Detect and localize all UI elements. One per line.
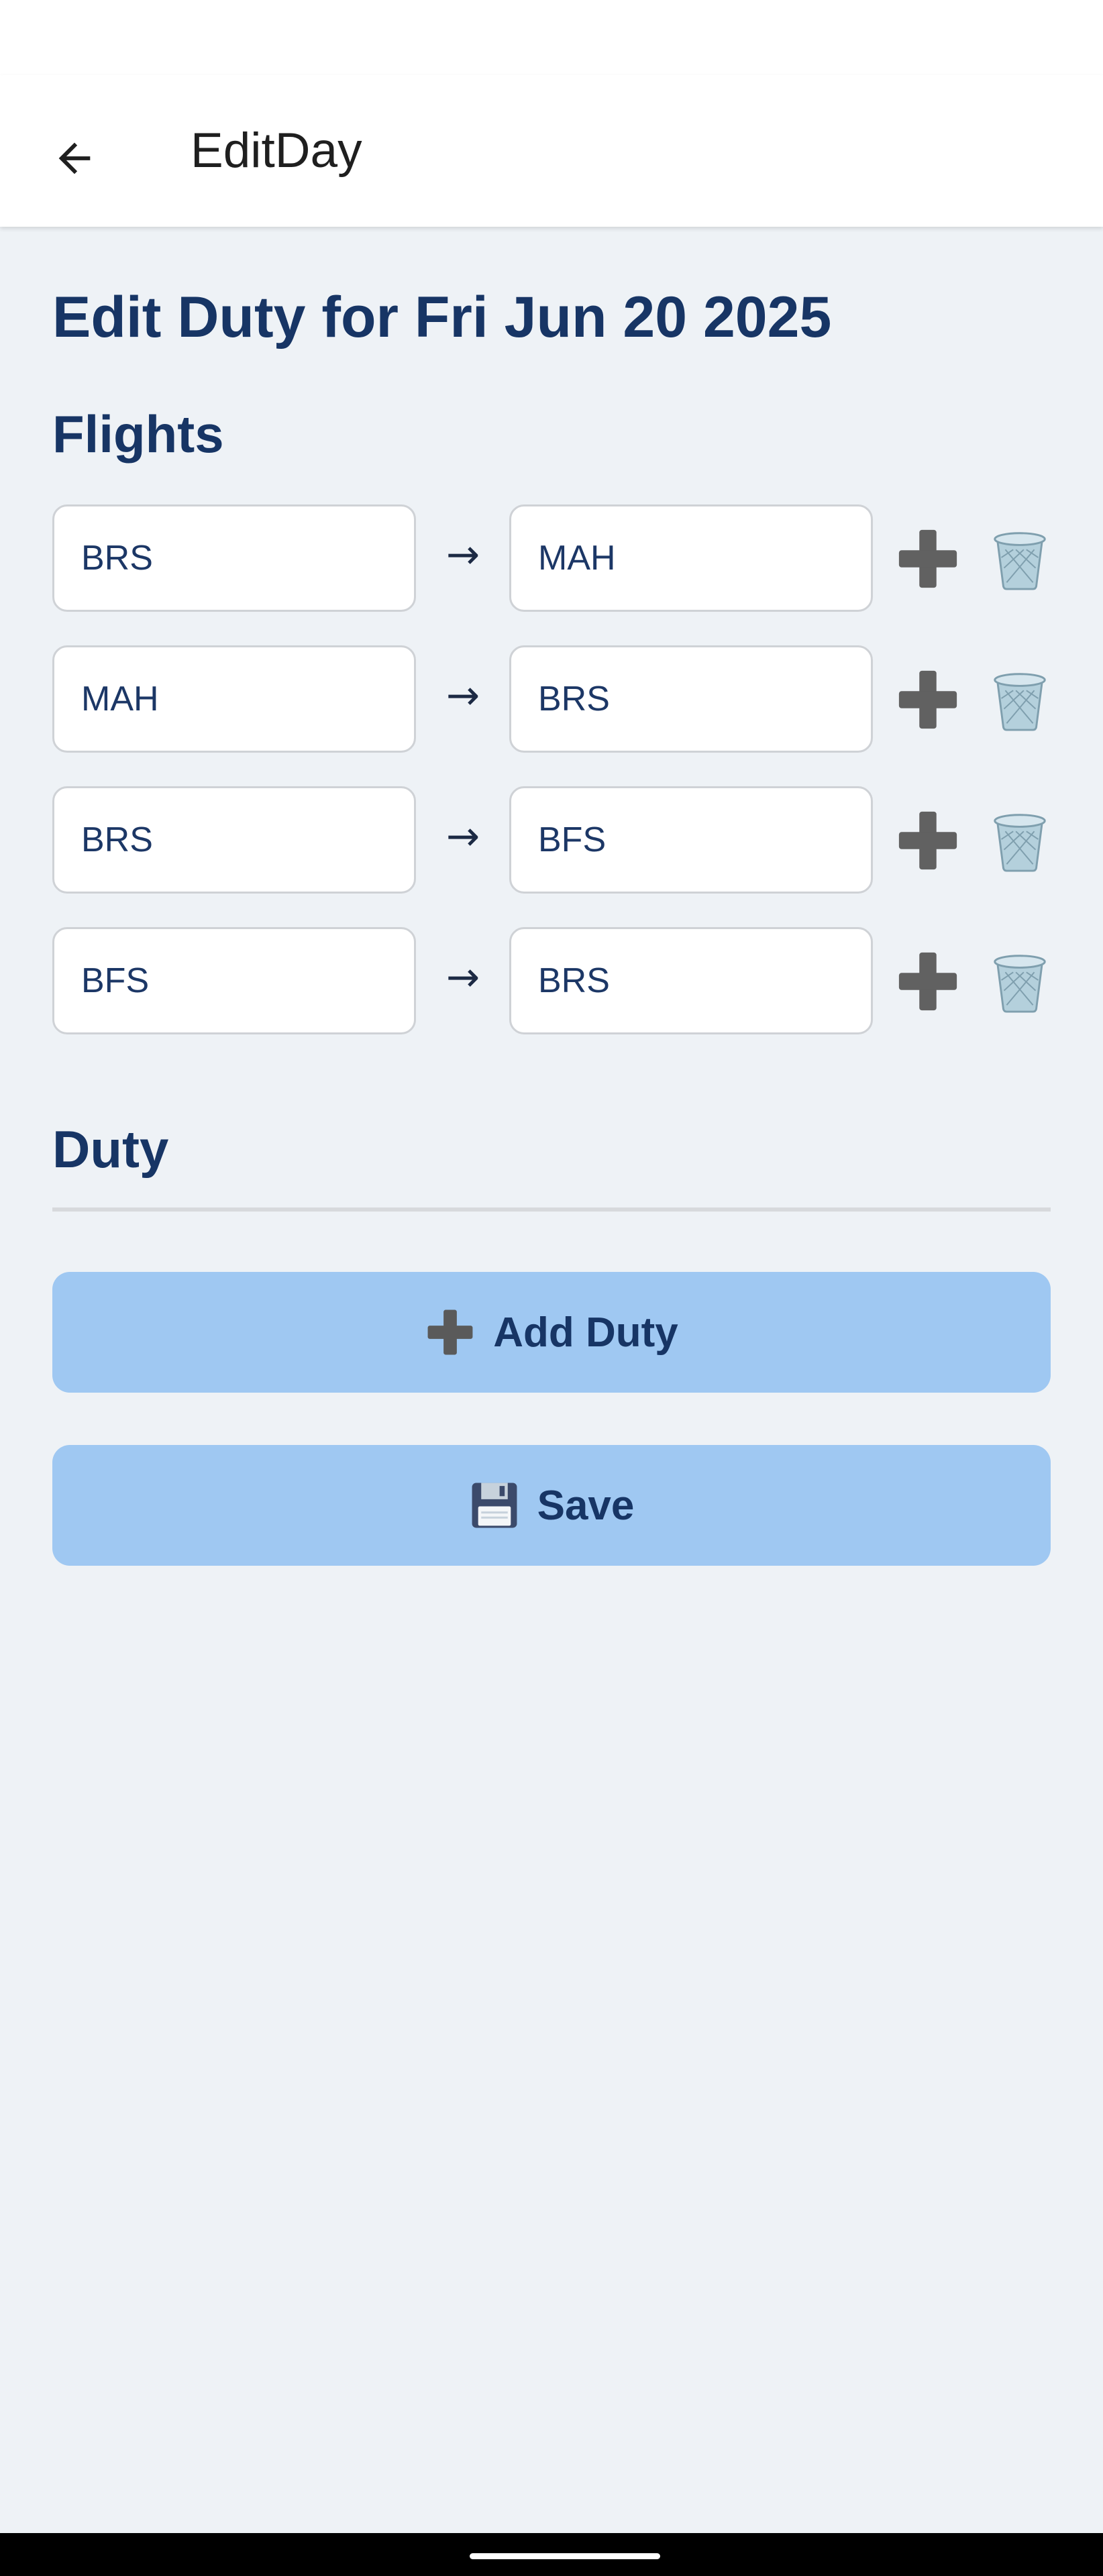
add-flight-button[interactable] [895, 526, 961, 592]
floppy-disk-icon [472, 1483, 517, 1528]
departure-input[interactable] [52, 645, 416, 753]
plus-icon [427, 1309, 473, 1355]
status-bar [0, 0, 1103, 75]
add-flight-button[interactable] [895, 667, 961, 733]
arrival-input[interactable] [509, 504, 873, 612]
add-flight-button[interactable] [895, 949, 961, 1014]
delete-flight-button[interactable] [987, 949, 1053, 1014]
app-bar: EditDay [0, 75, 1103, 227]
flights-heading: Flights [52, 405, 224, 464]
plus-icon [898, 670, 957, 729]
departure-input[interactable] [52, 927, 416, 1034]
route-arrow: → [445, 531, 480, 578]
page-title: Edit Duty for Fri Jun 20 2025 [52, 285, 832, 350]
plus-icon [898, 529, 957, 588]
trash-icon [994, 532, 1046, 590]
route-arrow: → [445, 672, 480, 719]
home-gesture-handle[interactable] [470, 2553, 660, 2559]
route-arrow: → [445, 813, 480, 860]
save-button[interactable]: Save [52, 1445, 1051, 1566]
departure-input[interactable] [52, 786, 416, 894]
delete-flight-button[interactable] [987, 526, 1053, 592]
add-flight-button[interactable] [895, 808, 961, 873]
arrival-input[interactable] [509, 786, 873, 894]
divider [52, 1208, 1051, 1212]
add-duty-button[interactable]: Add Duty [52, 1272, 1051, 1393]
flight-row: → [52, 504, 1059, 616]
add-duty-label: Add Duty [493, 1309, 678, 1356]
flight-row: → [52, 786, 1059, 898]
flight-row: → [52, 927, 1059, 1038]
departure-input[interactable] [52, 504, 416, 612]
plus-icon [898, 952, 957, 1011]
trash-icon [994, 673, 1046, 731]
route-arrow: → [445, 954, 480, 1001]
back-button[interactable] [38, 121, 111, 195]
trash-icon [994, 814, 1046, 872]
arrival-input[interactable] [509, 927, 873, 1034]
delete-flight-button[interactable] [987, 667, 1053, 733]
duty-heading: Duty [52, 1120, 169, 1179]
arrow-left-icon [58, 142, 91, 174]
system-navigation-bar [0, 2533, 1103, 2576]
save-label: Save [537, 1482, 635, 1529]
arrival-input[interactable] [509, 645, 873, 753]
plus-icon [898, 811, 957, 870]
delete-flight-button[interactable] [987, 808, 1053, 873]
app-title: EditDay [191, 123, 362, 178]
flight-row: → [52, 645, 1059, 757]
trash-icon [994, 955, 1046, 1013]
